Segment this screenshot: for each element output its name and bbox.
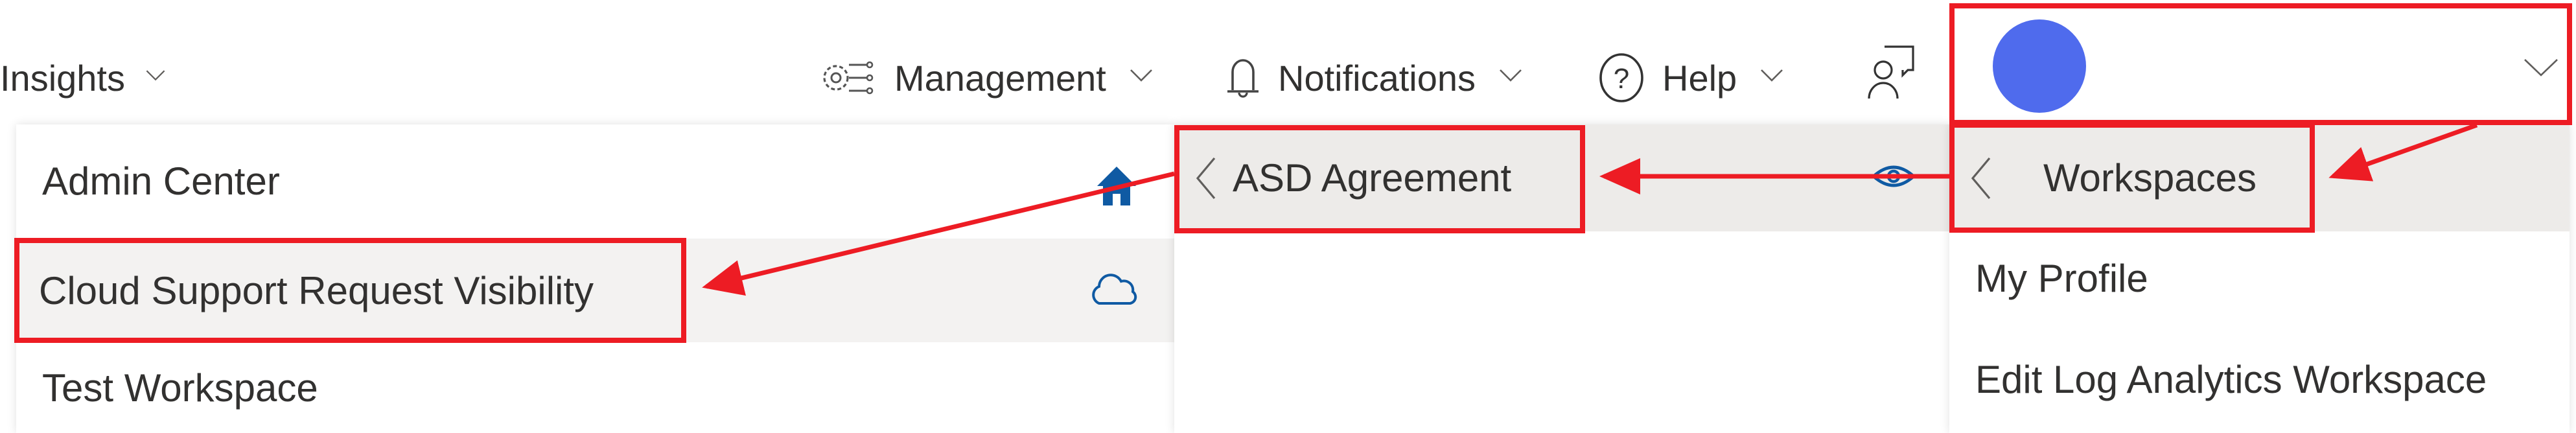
nav-management-label: Management [894, 57, 1106, 99]
cloud-icon [1092, 274, 1137, 305]
person-feedback-icon [1868, 45, 1914, 99]
menu-item-my-profile[interactable]: My Profile [1949, 231, 2570, 325]
bell-icon [1227, 59, 1259, 98]
svg-text:?: ? [1614, 63, 1629, 95]
chevron-down-icon [146, 70, 165, 81]
chevron-down-icon [1761, 69, 1783, 82]
home-icon [1097, 167, 1136, 205]
feedback-button[interactable] [1866, 44, 1921, 103]
avatar[interactable] [1993, 19, 2086, 113]
menu-item-label: My Profile [1975, 257, 2148, 300]
menu-item-admin-center[interactable]: Admin Center [16, 124, 1174, 238]
nav-notifications[interactable]: Notifications [1225, 45, 1524, 110]
nav-notifications-label: Notifications [1278, 57, 1476, 99]
submenu-header-asd-agreement[interactable]: ASD Agreement [1174, 124, 1949, 231]
chevron-down-icon [1500, 69, 1522, 82]
nav-insights[interactable]: Insights [0, 45, 167, 110]
menu-item-label: Test Workspace [42, 366, 318, 410]
nav-help[interactable]: ? Help [1597, 45, 1785, 110]
submenu-header-label: Workspaces [2043, 156, 2257, 200]
eye-icon [1871, 165, 1916, 187]
nav-management[interactable]: Management [818, 45, 1154, 110]
nav-insights-label: Insights [0, 57, 125, 99]
account-submenu: Workspaces My Profile Edit Log Analytics… [1949, 124, 2570, 433]
chevron-left-icon[interactable] [1969, 156, 1992, 201]
gear-settings-icon [823, 61, 874, 95]
chevron-down-icon [1130, 69, 1152, 82]
menu-item-edit-log-analytics-workspace[interactable]: Edit Log Analytics Workspace [1949, 325, 2570, 433]
menu-item-label: Edit Log Analytics Workspace [1975, 357, 2487, 401]
agreement-submenu: ASD Agreement [1174, 124, 1949, 433]
workspace-list-menu: Admin Center Cloud Support Request Visib… [16, 124, 1174, 433]
top-navigation-bar: Insights Management Notifications ? Help [0, 0, 2576, 123]
nav-help-label: Help [1662, 57, 1737, 99]
submenu-header-workspaces[interactable]: Workspaces [1949, 124, 2570, 231]
chevron-left-icon[interactable] [1194, 156, 1217, 201]
submenu-header-label: ASD Agreement [1233, 156, 1512, 200]
menu-item-label: Cloud Support Request Visibility [39, 268, 594, 312]
menu-item-test-workspace[interactable]: Test Workspace [16, 342, 1174, 433]
menu-item-label: Admin Center [42, 159, 280, 203]
menu-item-cloud-support-request-visibility[interactable]: Cloud Support Request Visibility [16, 239, 1174, 342]
chevron-down-icon[interactable] [2522, 54, 2560, 80]
question-circle-icon: ? [1599, 53, 1643, 102]
